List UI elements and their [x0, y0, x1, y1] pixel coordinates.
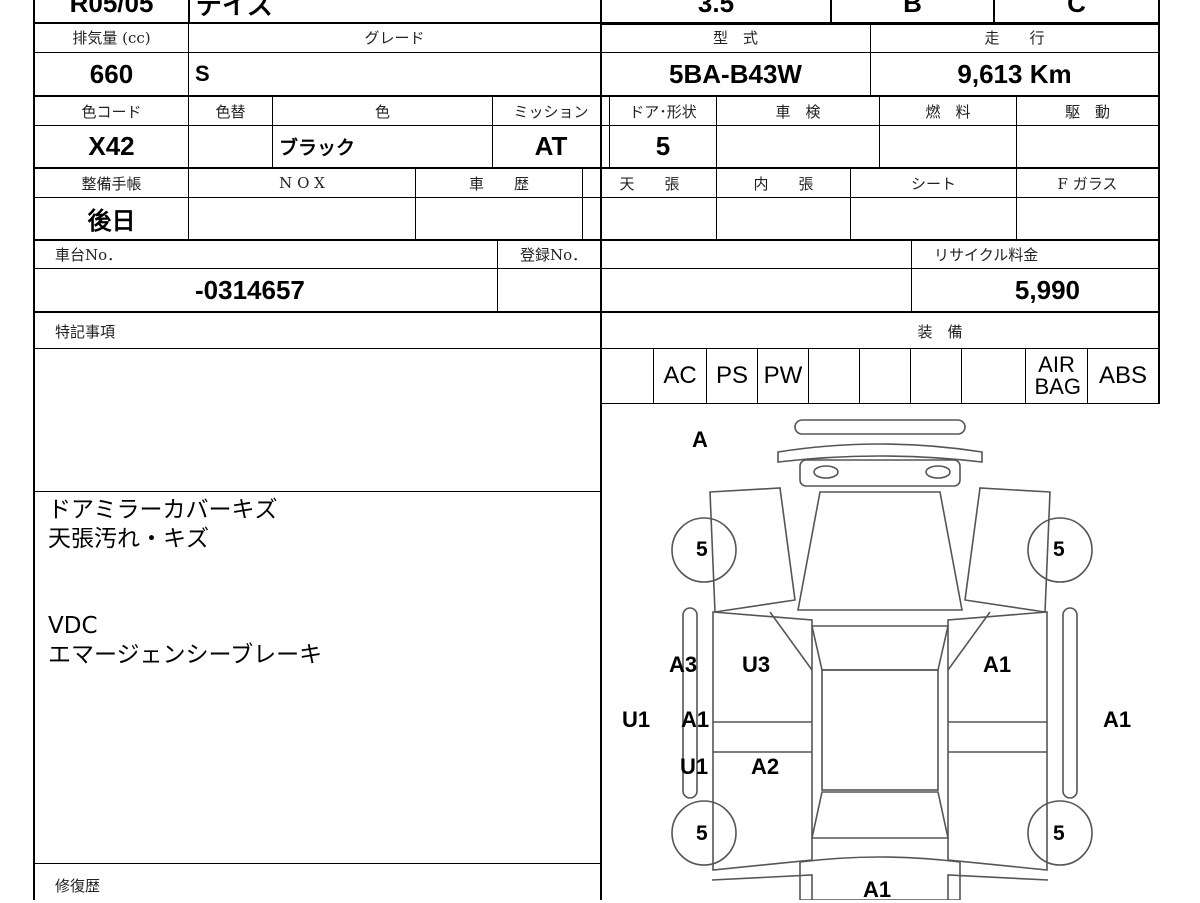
label-service-book: 整備手帳 — [81, 174, 142, 193]
exterior-grade: C — [1067, 0, 1086, 18]
overall-score: 3.5 — [697, 0, 735, 18]
interior-value — [717, 198, 850, 239]
label-chassis-no: 車台No． — [55, 246, 123, 264]
damage-left-a3: A3 — [669, 652, 698, 677]
label-inspection: 車 検 — [775, 102, 821, 121]
equipment-item-abs: ABS — [1098, 362, 1148, 389]
registration-no-value — [498, 269, 911, 311]
equipment-item-ps: PS — [715, 362, 748, 389]
f-glass-value — [1017, 198, 1158, 239]
equipment-item — [602, 349, 653, 403]
label-transmission: ミッション — [513, 102, 589, 121]
label-grade: グレード — [364, 29, 425, 47]
damage-rear-right-wheel: 5 — [1053, 822, 1065, 845]
label-roof: 天 張 — [619, 174, 680, 193]
label-f-glass: F ガラス — [1057, 174, 1118, 193]
label-drive: 駆 動 — [1064, 102, 1110, 121]
equipment-item-pw: PW — [763, 362, 803, 389]
color-value: ブラック — [279, 138, 356, 159]
damage-left-a2: A2 — [751, 754, 780, 779]
label-remarks: 特記事項 — [55, 322, 116, 341]
label-door-shape: ドア･形状 — [629, 102, 697, 121]
interior-grade: B — [903, 0, 922, 18]
label-vehicle-history: 車 歴 — [468, 174, 529, 193]
model-code-value: 5BA-B43W — [669, 58, 802, 89]
damage-front-right-wheel: 5 — [1053, 538, 1065, 561]
damage-left-u1: U1 — [680, 754, 709, 779]
seat-value — [851, 198, 1016, 239]
equipment-item — [911, 349, 961, 403]
roof-value — [583, 198, 716, 239]
label-nox: N O X — [279, 174, 325, 192]
equipment-item-airbag: AIR BAG — [1026, 349, 1087, 403]
remarks-notes: ドアミラーカバーキズ 天張汚れ・キズ VDC エマージェンシーブレーキ — [48, 497, 323, 668]
damage-right-a1-outer: A1 — [1103, 707, 1132, 732]
damage-rear-a1: A1 — [863, 877, 892, 902]
grade-value: S — [195, 61, 210, 86]
color-change-value — [189, 126, 272, 167]
damage-right-a1-upper: A1 — [983, 652, 1012, 677]
label-model-code: 型 式 — [712, 29, 758, 47]
damage-left-u3: U3 — [742, 652, 771, 677]
mileage-value: 9,613 Km — [957, 58, 1072, 89]
nox-value — [189, 198, 415, 239]
recycle-fee-value: 5,990 — [1014, 274, 1080, 305]
damage-left-u1-outer: U1 — [622, 707, 651, 732]
label-equipment: 装 備 — [917, 322, 963, 341]
damage-front: A — [692, 427, 708, 452]
door-shape-value: 5 — [655, 131, 671, 161]
car-name: デイズ — [196, 0, 274, 20]
displacement-value: 660 — [89, 58, 134, 89]
label-recycle-fee: リサイクル料金 — [934, 246, 1039, 264]
damage-front-left-wheel: 5 — [696, 538, 708, 561]
label-seat: シート — [910, 174, 956, 193]
label-fuel: 燃 料 — [925, 102, 971, 121]
label-color-change: 色替 — [215, 102, 246, 121]
drive-value — [1017, 126, 1158, 167]
inspection-value — [717, 126, 879, 167]
label-color: 色 — [374, 102, 390, 121]
auction-date: R05/05 — [69, 0, 154, 18]
label-color-code: 色コード — [81, 102, 142, 121]
vehicle-history-value — [416, 198, 582, 239]
label-displacement: 排気量 (cc) — [72, 29, 151, 47]
equipment-item — [809, 349, 859, 403]
equipment-item — [962, 349, 1025, 403]
airbag-text: AIR BAG — [1034, 352, 1081, 399]
equipment-item-ac: AC — [663, 362, 697, 389]
damage-left-a1: A1 — [681, 707, 710, 732]
equipment-item — [860, 349, 910, 403]
label-interior: 内 張 — [753, 174, 814, 193]
fuel-value — [880, 126, 1016, 167]
label-mileage: 走 行 — [984, 29, 1045, 47]
transmission-value: AT — [534, 131, 568, 161]
chassis-no-value: -0314657 — [195, 274, 305, 305]
label-repair-history: 修復歴 — [55, 876, 101, 895]
damage-rear-left-wheel: 5 — [696, 822, 708, 845]
label-registration-no: 登録No． — [520, 246, 588, 264]
service-book-value: 後日 — [87, 207, 136, 235]
color-code-value: X42 — [88, 131, 135, 161]
